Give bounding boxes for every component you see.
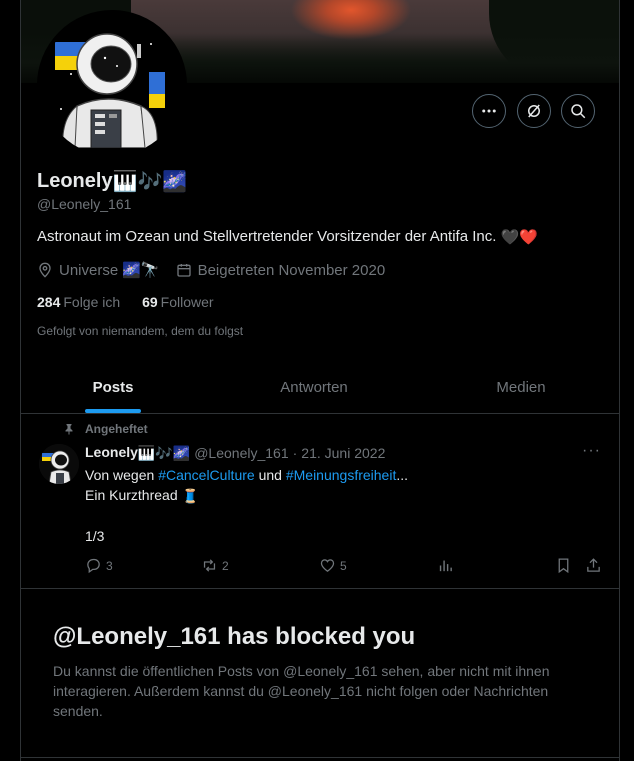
repost-button[interactable]: 2 (201, 557, 229, 574)
grok-button[interactable] (517, 94, 551, 128)
location-pin-icon (39, 262, 51, 278)
blocked-notice: @Leonely_161 has blocked you Du kannst d… (21, 589, 619, 758)
reply-icon (87, 558, 100, 574)
bookmark-icon (558, 558, 569, 574)
pinned-post[interactable]: Angeheftet Leonely🎹🎶🌌 @Leonely_161 · 21.… (21, 414, 619, 589)
tab-replies-label: Antworten (280, 378, 348, 396)
pinned-label: Angeheftet (85, 422, 148, 436)
blocked-text: Du kannst die öffentlichen Posts von @Le… (53, 663, 550, 719)
milky-way-emoji: 🌌 (172, 444, 191, 461)
reply-button[interactable]: 3 (85, 557, 113, 574)
search-icon (571, 104, 586, 119)
pin-icon (65, 424, 73, 435)
profile-name: Leonely🎹🎶🌌 (37, 169, 187, 194)
profile-column: Leonely🎹🎶🌌 @Leonely_161 Astronaut im Oze… (20, 0, 620, 761)
post-line-2-text: Ein Kurzthread (85, 487, 178, 503)
profile-joined: Beigetreten November 2020 (176, 261, 386, 279)
more-options-button[interactable] (472, 94, 506, 128)
post-author-avatar[interactable] (39, 444, 79, 484)
post-line-1-mid: und (258, 467, 282, 483)
red-heart-emoji: ❤️ (519, 229, 538, 247)
repost-count: 2 (222, 558, 229, 573)
music-notes-emoji: 🎶 (137, 171, 163, 193)
post-date[interactable]: 21. Juni 2022 (301, 445, 385, 461)
piano-emoji: 🎹 (112, 171, 138, 193)
repost-icon (203, 559, 216, 572)
post-line-2: Ein Kurzthread 🧵 (85, 485, 408, 506)
post-author-name-text: Leonely (85, 444, 138, 460)
post-actions: 3 2 5 (85, 557, 605, 577)
follow-counts: 284 Folge ich 69 Follower (37, 294, 214, 310)
followers-count: 69 (142, 294, 158, 310)
piano-emoji: 🎹 (137, 444, 156, 461)
post-separator: · (292, 444, 298, 461)
following-label: Folge ich (63, 294, 121, 310)
tab-posts[interactable]: Posts (21, 361, 205, 413)
analytics-icon (439, 560, 452, 572)
followers-label: Follower (160, 294, 214, 310)
followed-by-text: Gefolgt von niemandem, dem du folgst (37, 324, 244, 338)
post-line-1-pre: Von wegen (85, 467, 155, 483)
tab-media[interactable]: Medien (423, 361, 619, 413)
profile-bio-text: Astronaut im Ozean und Stellvertretender… (37, 228, 497, 245)
tab-media-label: Medien (496, 378, 546, 396)
profile-location: Universe 🌌 🔭 (37, 261, 160, 279)
tab-replies[interactable]: Antworten (205, 361, 423, 413)
grok-icon (528, 104, 540, 118)
post-author-handle[interactable]: @Leonely_161 (194, 445, 288, 461)
views-button[interactable] (437, 557, 458, 574)
share-icon (587, 558, 600, 572)
location-emoji-telescope: 🔭 (140, 262, 160, 279)
tab-posts-label: Posts (92, 378, 134, 396)
post-text: Von wegen #CancelCulture und #Meinungsfr… (85, 465, 408, 546)
post-line-3: 1/3 (85, 528, 105, 545)
hashtag-cancelculture[interactable]: #CancelCulture (158, 467, 255, 483)
pinned-indicator: Angeheftet (63, 422, 148, 436)
profile-bio: Astronaut im Ozean und Stellvertretender… (37, 228, 538, 246)
heart-icon (320, 559, 335, 572)
tab-active-indicator (85, 409, 141, 413)
more-icon (482, 109, 496, 113)
reply-count: 3 (106, 558, 113, 573)
post-line-1: Von wegen #CancelCulture und #Meinungsfr… (85, 465, 408, 485)
profile-tabs: Posts Antworten Medien (21, 361, 619, 414)
blocked-title: @Leonely_161 has blocked you (53, 623, 416, 650)
search-button[interactable] (561, 94, 595, 128)
milky-way-emoji: 🌌 (162, 171, 188, 193)
following-link[interactable]: 284 Folge ich (37, 294, 120, 310)
post-header: Leonely🎹🎶🌌 @Leonely_161 · 21. Juni 2022 (85, 444, 385, 462)
post-more-button[interactable]: ··· (582, 442, 601, 460)
music-notes-emoji: 🎶 (155, 444, 173, 461)
like-count: 5 (340, 558, 347, 573)
post-line-1-post: ... (396, 467, 409, 483)
followers-link[interactable]: 69 Follower (142, 294, 213, 310)
profile-avatar[interactable] (37, 10, 187, 160)
profile-handle: @Leonely_161 (37, 196, 132, 212)
location-text: Universe (59, 261, 119, 279)
hashtag-meinungsfreiheit[interactable]: #Meinungsfreiheit (286, 467, 397, 483)
post-author-name[interactable]: Leonely🎹🎶🌌 (85, 444, 190, 462)
share-button[interactable] (585, 557, 606, 574)
like-button[interactable]: 5 (319, 557, 347, 574)
thread-emoji: 🧵 (181, 488, 199, 505)
black-heart-emoji: 🖤 (500, 229, 520, 247)
bookmark-button[interactable] (555, 557, 576, 574)
calendar-icon (176, 264, 191, 277)
profile-meta: Universe 🌌 🔭 Beigetreten November 2020 (37, 261, 401, 279)
location-emoji-galaxy: 🌌 (122, 262, 141, 279)
joined-text: Beigetreten November 2020 (197, 261, 386, 279)
profile-name-text: Leonely (37, 169, 113, 192)
following-count: 284 (37, 294, 61, 310)
